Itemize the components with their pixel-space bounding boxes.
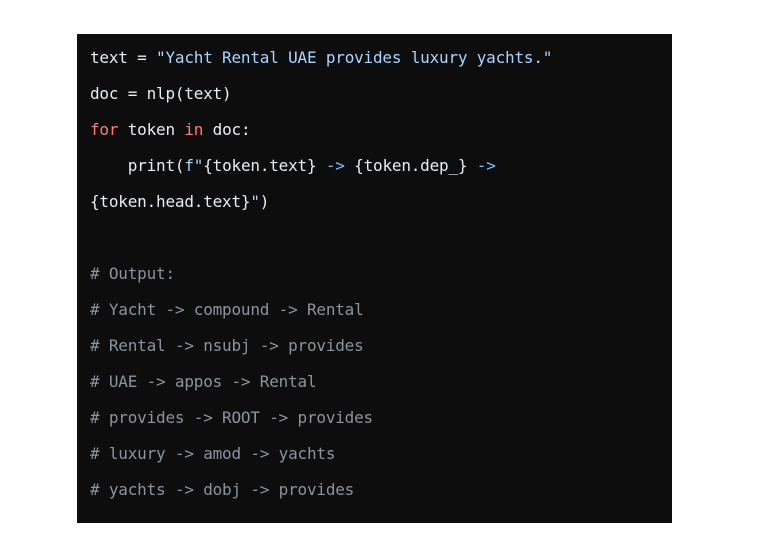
code-token-arrow: -> xyxy=(316,156,355,175)
code-token-plain: ) xyxy=(259,192,270,211)
code-token-comment: # yachts -> dobj -> provides xyxy=(90,480,355,499)
code-line: print(f"{token.text} -> {token.dep_} -> xyxy=(90,154,672,190)
code-line: text = "Yacht Rental UAE provides luxury… xyxy=(90,46,672,82)
code-token-comment: # provides -> ROOT -> provides xyxy=(90,408,373,427)
code-token-comment: # Yacht -> compound -> Rental xyxy=(90,300,364,319)
code-token-comment: # UAE -> appos -> Rental xyxy=(90,372,317,391)
code-token-comment: # Rental -> nsubj -> provides xyxy=(90,336,364,355)
code-token-plain: token xyxy=(118,120,185,139)
code-line: # luxury -> amod -> yachts xyxy=(90,442,672,478)
code-token-keyword: in xyxy=(184,120,204,139)
code-token-plain: {token.text} xyxy=(203,156,317,175)
code-token-plain: {token.dep_} xyxy=(354,156,468,175)
code-line: for token in doc: xyxy=(90,118,672,154)
code-token-arrow: -> xyxy=(467,156,496,175)
code-token-string: f" xyxy=(184,156,204,175)
code-token-string: "Yacht Rental UAE provides luxury yachts… xyxy=(156,48,553,67)
code-token-plain: doc: xyxy=(203,120,251,139)
code-token-string: " xyxy=(250,192,260,211)
code-token-comment: # luxury -> amod -> yachts xyxy=(90,444,336,463)
code-block: text = "Yacht Rental UAE provides luxury… xyxy=(77,34,672,523)
code-line: # Rental -> nsubj -> provides xyxy=(90,334,672,370)
code-token-function: print xyxy=(127,156,175,175)
code-line: # Output: xyxy=(90,262,672,298)
code-token-plain: ( xyxy=(174,156,185,175)
code-token-plain: doc = nlp(text) xyxy=(90,84,232,103)
code-token-plain: {token.head.text} xyxy=(90,192,251,211)
code-line: # Yacht -> compound -> Rental xyxy=(90,298,672,334)
code-line: {token.head.text}") xyxy=(90,190,672,226)
code-token-plain: text = xyxy=(90,48,157,67)
code-token-comment: # Output: xyxy=(90,264,175,283)
code-token-keyword: for xyxy=(90,120,119,139)
code-line: # UAE -> appos -> Rental xyxy=(90,370,672,406)
code-line: doc = nlp(text) xyxy=(90,82,672,118)
code-line: # yachts -> dobj -> provides xyxy=(90,478,672,514)
code-line: # provides -> ROOT -> provides xyxy=(90,406,672,442)
